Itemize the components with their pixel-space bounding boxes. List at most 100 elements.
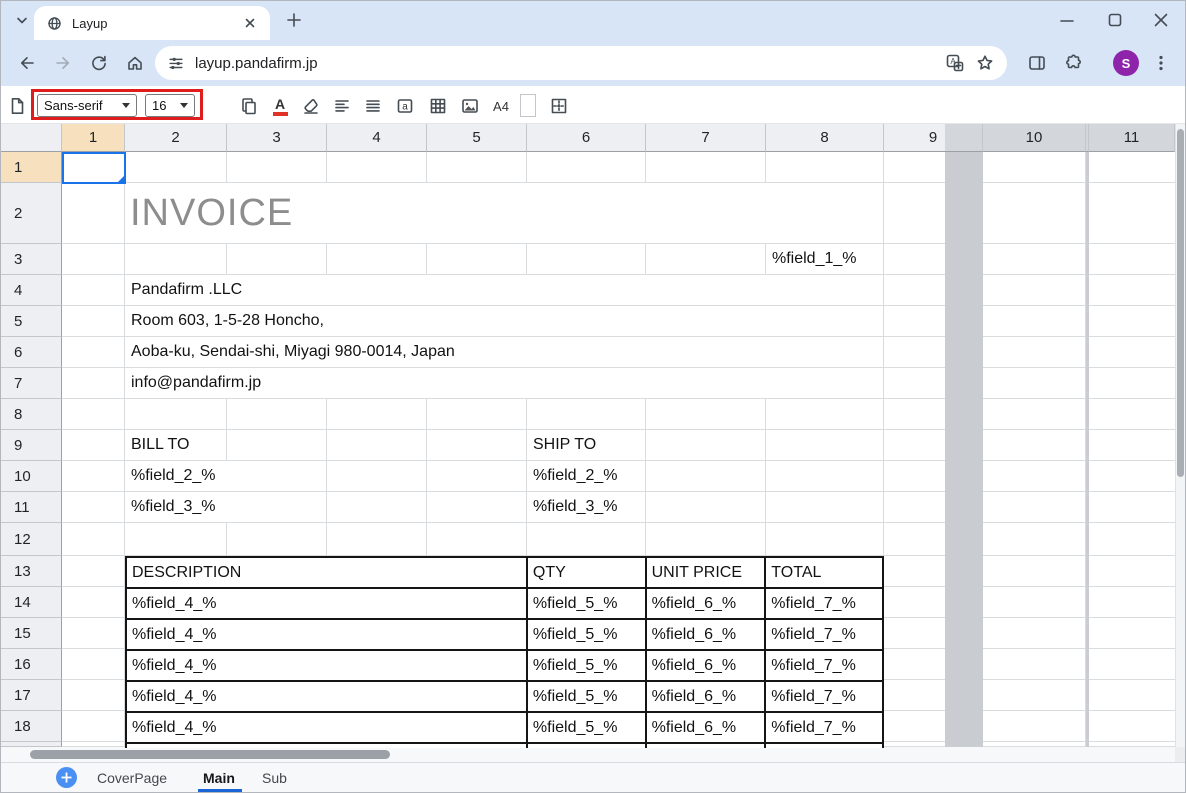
cell[interactable]	[983, 461, 1086, 492]
cell[interactable]	[884, 680, 945, 711]
cell[interactable]	[884, 523, 945, 556]
field-cell[interactable]: %field_7_%	[766, 589, 884, 620]
cell[interactable]	[884, 368, 945, 399]
cell[interactable]	[983, 492, 1086, 523]
bill-field-cell[interactable]: %field_3_%	[125, 492, 327, 523]
cell[interactable]	[427, 399, 527, 430]
cell[interactable]	[125, 152, 227, 183]
cell-format-icon[interactable]: a	[393, 94, 417, 118]
row-header[interactable]: 7	[0, 368, 62, 399]
cell[interactable]	[62, 275, 125, 306]
chevron-down-icon[interactable]	[12, 10, 32, 30]
cell[interactable]	[884, 275, 945, 306]
row-header[interactable]: 4	[0, 275, 62, 306]
column-header[interactable]: 11	[1089, 124, 1175, 152]
clear-format-eraser-icon[interactable]	[299, 94, 323, 118]
row-header[interactable]: 5	[0, 306, 62, 337]
row-header[interactable]: 15	[0, 618, 62, 649]
cell[interactable]	[1089, 711, 1175, 742]
cell[interactable]	[646, 244, 766, 275]
column-header[interactable]: 7	[646, 124, 766, 152]
cell[interactable]	[62, 461, 125, 492]
cell[interactable]	[227, 523, 327, 556]
cell[interactable]	[766, 152, 884, 183]
cell[interactable]	[983, 275, 1086, 306]
field-cell[interactable]: %field_6_%	[646, 651, 767, 682]
field-cell[interactable]: %field_5_%	[527, 620, 647, 651]
cell[interactable]	[1089, 680, 1175, 711]
menu-kebab-icon[interactable]	[1148, 50, 1174, 76]
cell[interactable]	[62, 523, 125, 556]
cell[interactable]	[62, 492, 125, 523]
cell[interactable]	[884, 306, 945, 337]
cell[interactable]	[427, 430, 527, 461]
field-cell[interactable]: %field_6_%	[646, 682, 767, 713]
cell[interactable]	[884, 461, 945, 492]
cell[interactable]	[227, 430, 327, 461]
cell[interactable]	[766, 461, 884, 492]
cell[interactable]	[427, 523, 527, 556]
cell[interactable]	[1089, 461, 1175, 492]
row-header[interactable]: 16	[0, 649, 62, 680]
cell[interactable]	[646, 430, 766, 461]
cell[interactable]	[62, 711, 125, 742]
cell[interactable]	[1089, 649, 1175, 680]
cell[interactable]	[62, 244, 125, 275]
cell[interactable]	[527, 523, 646, 556]
cell[interactable]	[1089, 587, 1175, 618]
row-header[interactable]: 3	[0, 244, 62, 275]
cell[interactable]	[1089, 306, 1175, 337]
site-settings-icon[interactable]	[167, 54, 185, 72]
cell[interactable]	[527, 244, 646, 275]
cell[interactable]	[527, 399, 646, 430]
cell[interactable]	[527, 152, 646, 183]
bookmark-star-icon[interactable]	[975, 53, 995, 73]
cell[interactable]	[1089, 430, 1175, 461]
browser-tab[interactable]: Layup	[34, 6, 270, 40]
cell[interactable]	[766, 492, 884, 523]
text-color-icon[interactable]: A	[268, 94, 292, 118]
url-text[interactable]: layup.pandafirm.jp	[195, 55, 935, 72]
cell[interactable]	[884, 244, 945, 275]
column-header[interactable]: 2	[125, 124, 227, 152]
forward-icon[interactable]	[50, 50, 76, 76]
row-header[interactable]: 10	[0, 461, 62, 492]
font-size-select[interactable]: 16	[145, 94, 195, 117]
column-header[interactable]: 5	[427, 124, 527, 152]
row-header[interactable]: 17	[0, 680, 62, 711]
row-header[interactable]: 13	[0, 556, 62, 587]
column-header[interactable]: 4	[327, 124, 427, 152]
cell[interactable]	[983, 306, 1086, 337]
maximize-button[interactable]	[1100, 8, 1130, 32]
cell[interactable]	[1089, 399, 1175, 430]
row-header[interactable]: 1	[0, 152, 62, 183]
cell[interactable]	[766, 744, 884, 748]
cell[interactable]	[327, 152, 427, 183]
insert-image-icon[interactable]	[458, 94, 482, 118]
cell[interactable]	[646, 492, 766, 523]
font-family-select[interactable]: Sans-serif	[37, 94, 137, 117]
cell[interactable]	[884, 183, 945, 244]
column-header[interactable]: 6	[527, 124, 646, 152]
cell[interactable]	[327, 523, 427, 556]
field-cell[interactable]: %field_5_%	[527, 682, 647, 713]
add-sheet-button[interactable]	[56, 767, 77, 788]
cell[interactable]	[766, 399, 884, 430]
home-icon[interactable]	[122, 50, 148, 76]
row-header[interactable]: 11	[0, 492, 62, 523]
grid-corner[interactable]	[0, 124, 62, 152]
sheet-tab-coverpage[interactable]: CoverPage	[97, 762, 167, 793]
address-cell[interactable]: Aoba-ku, Sendai-shi, Miyagi 980-0014, Ja…	[125, 337, 884, 368]
field-cell[interactable]: %field_6_%	[646, 713, 767, 744]
field-cell[interactable]: %field_4_%	[127, 589, 528, 620]
cell[interactable]	[646, 399, 766, 430]
field-cell[interactable]: %field_5_%	[527, 651, 647, 682]
table-header-description[interactable]: DESCRIPTION	[127, 558, 528, 589]
extensions-puzzle-icon[interactable]	[1060, 50, 1086, 76]
cell[interactable]	[1089, 275, 1175, 306]
cell[interactable]	[1089, 618, 1175, 649]
cell[interactable]	[227, 244, 327, 275]
tab-close-icon[interactable]	[242, 15, 258, 31]
field-cell[interactable]: %field_6_%	[646, 589, 767, 620]
cell[interactable]	[884, 587, 945, 618]
